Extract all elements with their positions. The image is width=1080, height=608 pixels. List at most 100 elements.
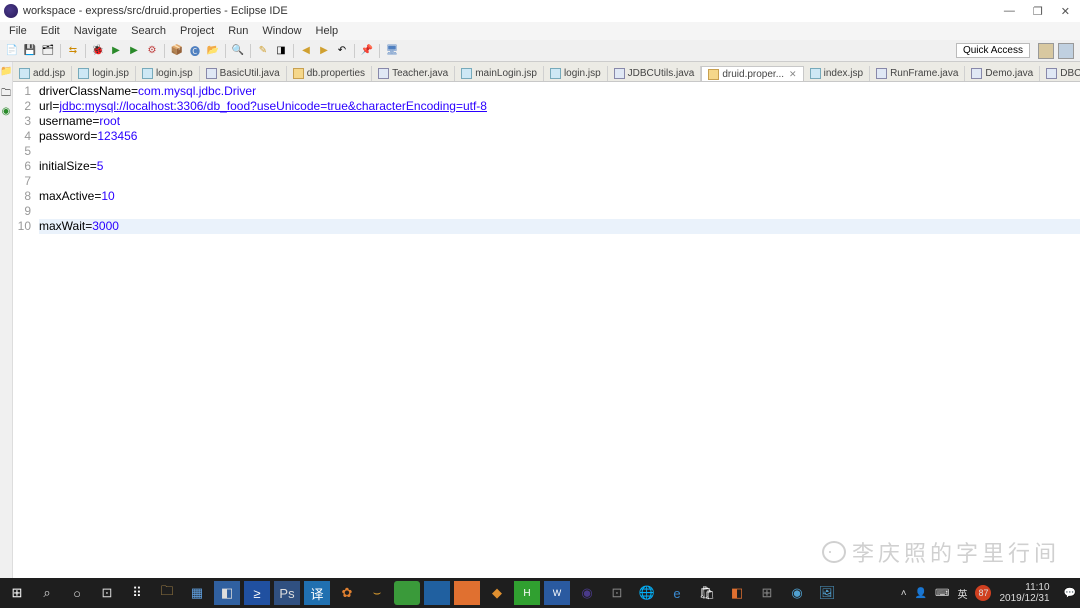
java-file-icon (971, 68, 982, 79)
menu-help[interactable]: Help (311, 24, 344, 38)
task-edge[interactable]: e (664, 581, 690, 605)
task-view-icon[interactable]: ⊡ (94, 581, 120, 605)
tab-mainlogin-jsp[interactable]: mainLogin.jsp (455, 66, 544, 81)
menu-run[interactable]: Run (223, 24, 253, 38)
tab-login-jsp-2[interactable]: login.jsp (136, 66, 200, 81)
run-last-icon[interactable]: ▶ (126, 43, 142, 59)
task-app-13[interactable]: ◧ (724, 581, 750, 605)
task-app-6[interactable]: ✿ (334, 581, 360, 605)
task-powershell[interactable]: ≥ (244, 581, 270, 605)
tray-ime[interactable]: 英 (957, 586, 967, 601)
tab-db-properties[interactable]: db.properties (287, 66, 372, 81)
back-icon[interactable]: ◀ (298, 43, 314, 59)
task-app-11[interactable]: ⊡ (604, 581, 630, 605)
menu-project[interactable]: Project (175, 24, 219, 38)
task-app-9[interactable]: ◆ (484, 581, 510, 605)
jsp-file-icon (550, 68, 561, 79)
new-class-icon[interactable]: 🅒 (187, 43, 203, 59)
perspective-java-icon[interactable] (1058, 43, 1074, 59)
last-edit-icon[interactable]: ↶ (334, 43, 350, 59)
tab-druid-properties[interactable]: druid.proper...✕ (701, 66, 803, 82)
open-type-icon[interactable]: 📂 (205, 43, 221, 59)
windows-taskbar: ⊞ ⌕ ○ ⊡ ⠿ 🗀 ▦ ◧ ≥ Ps 译 ✿ ⌣ ◆ H W ◉ ⊡ 🌐 e… (0, 578, 1080, 608)
new-package-icon[interactable]: 📦 (169, 43, 185, 59)
menu-file[interactable]: File (4, 24, 32, 38)
jsp-file-icon (461, 68, 472, 79)
close-button[interactable]: ✕ (1061, 5, 1070, 18)
tray-people-icon[interactable]: 👤 (915, 588, 927, 599)
task-store[interactable]: 🛍 (694, 581, 720, 605)
tray-notification-badge[interactable]: 87 (975, 585, 991, 601)
task-eclipse[interactable]: ◉ (574, 581, 600, 605)
task-hbuilder[interactable]: H (514, 581, 540, 605)
debug-icon[interactable]: 🐞 (90, 43, 106, 59)
menu-window[interactable]: Window (257, 24, 306, 38)
jsp-file-icon (19, 68, 30, 79)
task-utorrent[interactable] (394, 581, 420, 605)
toggle-mark-icon[interactable]: ✎ (255, 43, 271, 59)
task-word[interactable]: W (544, 581, 570, 605)
jsp-file-icon (810, 68, 821, 79)
task-app-1[interactable]: ⠿ (124, 581, 150, 605)
start-button[interactable]: ⊞ (4, 581, 30, 605)
tab-dbconnection-java[interactable]: DBConnectio... (1040, 66, 1080, 81)
tab-teacher-java[interactable]: Teacher.java (372, 66, 455, 81)
tab-jdbcutils-java[interactable]: JDBCUtils.java (608, 66, 702, 81)
menu-edit[interactable]: Edit (36, 24, 65, 38)
external-tools-icon[interactable]: ⚙ (144, 43, 160, 59)
java-file-icon (876, 68, 887, 79)
task-amazon[interactable]: ⌣ (364, 581, 390, 605)
search-task-icon[interactable]: ⌕ (34, 581, 60, 605)
task-app-8[interactable] (454, 581, 480, 605)
editor-area[interactable]: 12345678910 driverClassName=com.mysql.jd… (13, 82, 1080, 588)
quick-access-input[interactable]: Quick Access (956, 43, 1030, 58)
cortana-icon[interactable]: ○ (64, 581, 90, 605)
menu-navigate[interactable]: Navigate (69, 24, 122, 38)
server-icon[interactable]: 🖥 (384, 43, 400, 59)
tray-chevron-up-icon[interactable]: ˄ (901, 588, 907, 599)
task-xshell[interactable] (424, 581, 450, 605)
tab-basicutil-java[interactable]: BasicUtil.java (200, 66, 287, 81)
task-chrome[interactable]: 🌐 (634, 581, 660, 605)
save-icon[interactable]: 💾 (22, 43, 38, 59)
save-all-icon[interactable]: 🗂 (40, 43, 56, 59)
menu-search[interactable]: Search (126, 24, 171, 38)
eclipse-icon (4, 4, 18, 18)
tab-demo-java[interactable]: Demo.java (965, 66, 1040, 81)
forward-icon[interactable]: ▶ (316, 43, 332, 59)
code-content[interactable]: driverClassName=com.mysql.jdbc.Driverurl… (35, 82, 1080, 588)
java-file-icon (1046, 68, 1057, 79)
tray-action-center-icon[interactable]: 💬 (1064, 588, 1076, 599)
properties-file-icon (293, 68, 304, 79)
task-photos[interactable]: 🖼 (814, 581, 840, 605)
switch-icon[interactable]: ⇆ (65, 43, 81, 59)
new-icon[interactable]: 📄 (4, 43, 20, 59)
annotation-icon[interactable]: ◨ (273, 43, 289, 59)
outline-icon[interactable]: ◉ (0, 106, 12, 118)
pin-icon[interactable]: 📌 (359, 43, 375, 59)
search-icon[interactable]: 🔍 (230, 43, 246, 59)
minimize-button[interactable]: — (1004, 5, 1015, 17)
close-tab-icon[interactable]: ✕ (789, 69, 797, 80)
task-explorer[interactable]: 🗀 (154, 581, 180, 605)
editor-tabs: add.jsp login.jsp login.jsp BasicUtil.ja… (13, 62, 1080, 82)
perspective-javaee-icon[interactable] (1038, 43, 1054, 59)
tray-keyboard-icon[interactable]: ⌨ (935, 588, 949, 599)
task-app-5[interactable]: 译 (304, 581, 330, 605)
project-explorer-icon[interactable]: 📁 (0, 66, 12, 78)
tab-index-jsp[interactable]: index.jsp (804, 66, 870, 81)
tab-login-jsp-1[interactable]: login.jsp (72, 66, 136, 81)
task-app-14[interactable]: ⊞ (754, 581, 780, 605)
tab-runframe-java[interactable]: RunFrame.java (870, 66, 965, 81)
restore-button[interactable]: ❐ (1033, 5, 1043, 18)
tab-login-jsp-3[interactable]: login.jsp (544, 66, 608, 81)
task-app-2[interactable]: ▦ (184, 581, 210, 605)
task-app-15[interactable]: ◉ (784, 581, 810, 605)
task-app-3[interactable]: ◧ (214, 581, 240, 605)
titlebar: workspace - express/src/druid.properties… (0, 0, 1080, 22)
tab-add-jsp[interactable]: add.jsp (13, 66, 72, 81)
navigator-icon[interactable]: 🗀 (0, 86, 12, 98)
tray-clock[interactable]: 11:10 2019/12/31 (999, 582, 1055, 604)
run-icon[interactable]: ▶ (108, 43, 124, 59)
task-photoshop[interactable]: Ps (274, 581, 300, 605)
